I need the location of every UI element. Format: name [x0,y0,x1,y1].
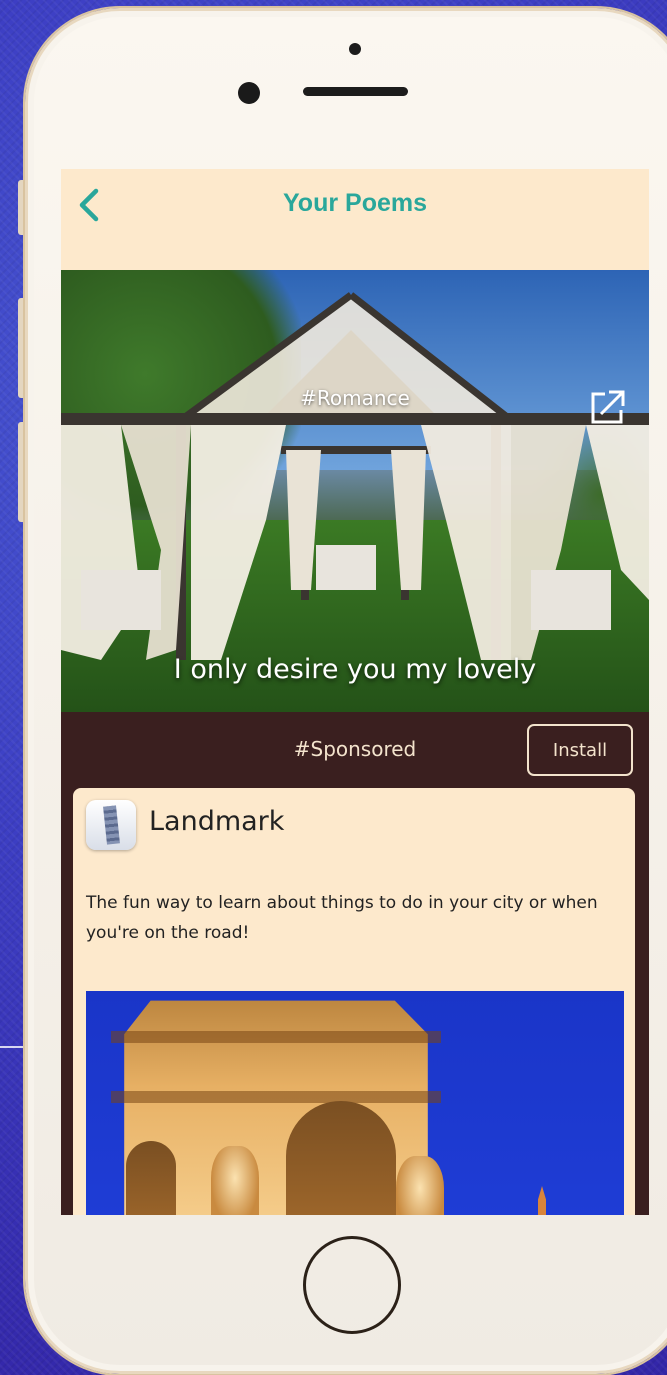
ad-image-spire [538,1186,546,1215]
tower-icon [103,805,120,845]
navigation-bar: Your Poems [61,169,649,270]
app-icon [86,800,136,850]
front-camera [238,82,260,104]
share-button[interactable] [589,388,627,426]
poem-text: I only desire you my lovely [173,654,537,685]
ad-image-arch-band [111,1091,441,1103]
ad-card[interactable]: Landmark The fun way to learn about thin… [73,788,635,1215]
ad-image-arch-band [111,1031,441,1043]
poem-background-pavilion [61,292,649,660]
poem-card[interactable]: #Romance I only desire you my lovely [61,270,649,712]
ad-description: The fun way to learn about things to do … [86,893,598,943]
external-link-icon [591,390,625,424]
ad-image-statue [396,1156,444,1215]
proximity-sensor [349,43,361,55]
poem-tag: #Romance [300,386,410,410]
ad-image-arch-opening [126,1141,176,1215]
page-title: Your Poems [282,189,428,217]
ad-app-name: Landmark [149,806,285,837]
earpiece-speaker [303,87,408,96]
home-button[interactable] [303,1236,401,1334]
ad-image-statue [211,1146,259,1215]
ad-image-arch-opening [286,1101,396,1215]
sponsored-section: #Sponsored Install Landmark The fun way … [61,712,649,1215]
install-button[interactable]: Install [527,724,633,776]
ad-image [86,991,624,1215]
app-screen: Your Poems #Romance I only desire you my… [61,169,649,1215]
